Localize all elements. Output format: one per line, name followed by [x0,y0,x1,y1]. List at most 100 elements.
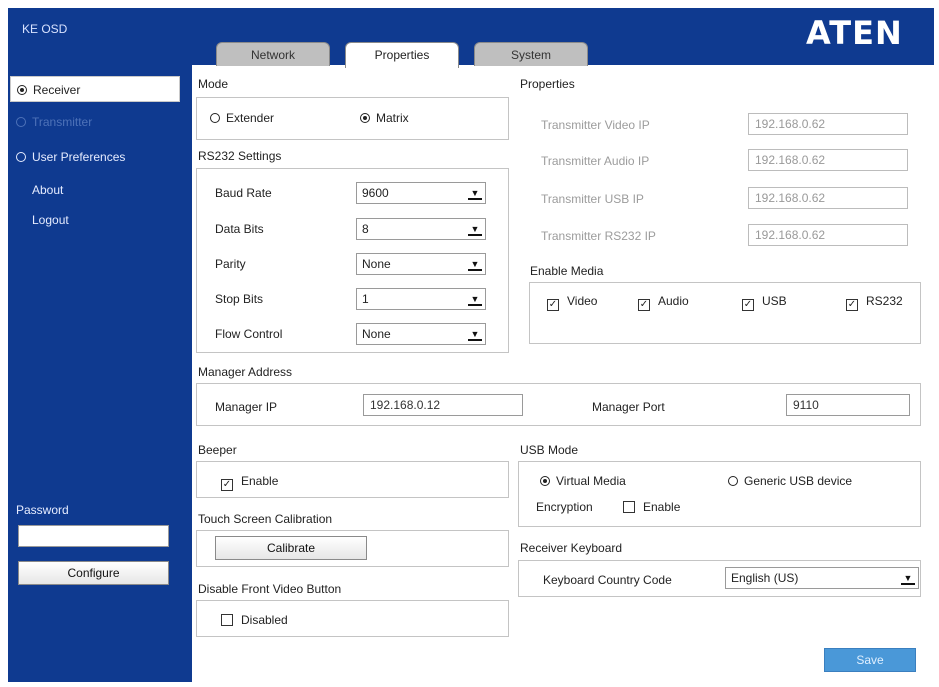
sidebar-item-receiver[interactable]: Receiver [10,76,180,102]
checkmark-icon: ✓ [638,299,650,311]
chevron-down-icon: ▼ [468,186,482,200]
keyboard-section-title: Receiver Keyboard [520,541,623,555]
sidebar-item-label: Transmitter [32,115,93,129]
chevron-down-icon: ▼ [901,571,915,585]
media-video-label: Video [567,294,598,308]
touch-section-title: Touch Screen Calibration [198,512,333,526]
stop-bits-value: 1 [362,292,369,306]
app-title: KE OSD [22,22,68,36]
mode-section-title: Mode [198,77,229,91]
encryption-enable-checkbox[interactable]: Enable [623,500,680,514]
baud-rate-value: 9600 [362,186,389,200]
sidebar-item-logout[interactable]: Logout [0,207,184,233]
sidebar-item-transmitter[interactable]: Transmitter [0,109,184,135]
baud-rate-label: Baud Rate [215,186,272,200]
checkmark-icon: ✓ [846,299,858,311]
media-audio-checkbox[interactable]: ✓ Audio [638,294,689,311]
encryption-label: Encryption [536,500,593,514]
usb-mode-virtual-media[interactable]: Virtual Media [540,474,626,488]
checkmark-icon: ✓ [221,479,233,491]
media-usb-label: USB [762,294,787,308]
save-button[interactable]: Save [824,648,916,672]
chevron-down-icon: ▼ [468,257,482,271]
radio-icon [210,113,220,123]
keyboard-country-code-select[interactable]: English (US) ▼ [725,567,919,589]
tab-network[interactable]: Network [216,42,330,66]
manager-ip-input[interactable]: 192.168.0.12 [363,394,523,416]
rs232-section-title: RS232 Settings [198,149,282,163]
manager-port-input[interactable]: 9110 [786,394,910,416]
header-bar [8,8,934,65]
sidebar-item-label: Receiver [33,83,81,97]
baud-rate-select[interactable]: 9600 ▼ [356,182,486,204]
checkmark-icon: ✓ [742,299,754,311]
beeper-enable-checkbox[interactable]: ✓ Enable [221,474,278,491]
stop-bits-select[interactable]: 1 ▼ [356,288,486,310]
front-video-disabled-checkbox[interactable]: Disabled [221,613,288,627]
usb-mode-option-label: Virtual Media [556,474,626,488]
mode-option-label: Extender [226,111,275,125]
manager-port-label: Manager Port [592,400,665,414]
rs232-ip-label: Transmitter RS232 IP [541,229,656,243]
video-ip-input[interactable]: 192.168.0.62 [748,113,908,135]
chevron-down-icon: ▼ [468,222,482,236]
audio-ip-input[interactable]: 192.168.0.62 [748,149,908,171]
rs232-ip-input[interactable]: 192.168.0.62 [748,224,908,246]
radio-icon [16,117,26,127]
radio-icon [16,152,26,162]
flow-control-value: None [362,327,391,341]
usb-mode-box [518,461,921,527]
usb-mode-section-title: USB Mode [520,443,579,457]
data-bits-value: 8 [362,222,369,236]
properties-section-title: Properties [520,77,575,91]
enable-media-box [529,282,921,344]
media-audio-label: Audio [658,294,689,308]
radio-icon [360,113,370,123]
sidebar-item-about[interactable]: About [0,177,184,203]
parity-label: Parity [215,257,246,271]
configure-button[interactable]: Configure [18,561,169,585]
video-ip-label: Transmitter Video IP [541,118,650,132]
mode-option-matrix[interactable]: Matrix [360,111,409,125]
stop-bits-label: Stop Bits [215,292,264,306]
password-input[interactable] [18,525,169,547]
usb-mode-generic-device[interactable]: Generic USB device [728,474,852,488]
aten-logo: ATEN [806,14,903,52]
password-label: Password [16,503,69,517]
parity-select[interactable]: None ▼ [356,253,486,275]
media-rs232-label: RS232 [866,294,903,308]
flow-control-select[interactable]: None ▼ [356,323,486,345]
manager-section-title: Manager Address [198,365,293,379]
data-bits-select[interactable]: 8 ▼ [356,218,486,240]
radio-icon [540,476,550,486]
mode-option-extender[interactable]: Extender [210,111,274,125]
media-video-checkbox[interactable]: ✓ Video [547,294,597,311]
tab-system[interactable]: System [474,42,588,66]
media-rs232-checkbox[interactable]: ✓ RS232 [846,294,903,311]
usb-mode-option-label: Generic USB device [744,474,853,488]
radio-icon [728,476,738,486]
enable-media-title: Enable Media [530,264,604,278]
beeper-section-title: Beeper [198,443,237,457]
manager-ip-label: Manager IP [215,400,278,414]
chevron-down-icon: ▼ [468,292,482,306]
keyboard-country-code-value: English (US) [731,571,799,585]
calibrate-button[interactable]: Calibrate [215,536,367,560]
front-video-section-title: Disable Front Video Button [198,582,342,596]
checkbox-icon [221,614,233,626]
checkmark-icon: ✓ [547,299,559,311]
usb-ip-label: Transmitter USB IP [541,192,644,206]
tab-properties[interactable]: Properties [345,42,459,68]
beeper-enable-label: Enable [241,474,279,488]
usb-ip-input[interactable]: 192.168.0.62 [748,187,908,209]
sidebar-item-user-preferences[interactable]: User Preferences [0,144,184,170]
chevron-down-icon: ▼ [468,327,482,341]
flow-control-label: Flow Control [215,327,283,341]
keyboard-country-code-label: Keyboard Country Code [543,573,672,587]
checkbox-icon [623,501,635,513]
data-bits-label: Data Bits [215,222,264,236]
radio-icon [17,85,27,95]
sidebar-item-label: User Preferences [32,150,126,164]
media-usb-checkbox[interactable]: ✓ USB [742,294,787,311]
encryption-enable-label: Enable [643,500,681,514]
